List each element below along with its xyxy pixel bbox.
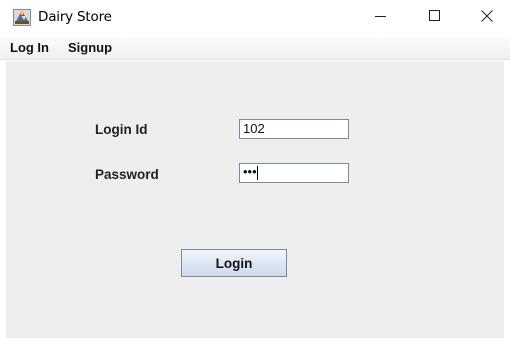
window-title: Dairy Store [38, 9, 112, 25]
login-id-value: 102 [243, 121, 265, 136]
menu-item-log-in[interactable]: Log In [10, 40, 49, 55]
login-id-field[interactable]: 102 [239, 119, 349, 139]
app-window: Dairy Store Log In Signup Login Id 102 P… [0, 0, 510, 339]
close-icon [481, 9, 493, 27]
login-button-label: Login [215, 255, 253, 271]
password-label: Password [95, 167, 159, 182]
title-bar[interactable]: Dairy Store [0, 0, 510, 36]
text-caret [256, 165, 258, 180]
menu-item-signup[interactable]: Signup [68, 40, 112, 55]
login-panel: Login Id 102 Password ••• Login [6, 61, 504, 338]
maximize-button[interactable] [412, 0, 458, 36]
login-button[interactable]: Login [181, 249, 287, 277]
minimize-button[interactable] [358, 0, 404, 36]
app-icon [13, 9, 31, 26]
close-button[interactable] [464, 0, 510, 36]
password-value: ••• [243, 164, 257, 179]
minimize-icon [375, 9, 387, 27]
password-field[interactable]: ••• [239, 163, 349, 183]
menu-bar: Log In Signup [0, 37, 510, 60]
login-id-label: Login Id [95, 122, 148, 137]
maximize-icon [429, 9, 441, 27]
